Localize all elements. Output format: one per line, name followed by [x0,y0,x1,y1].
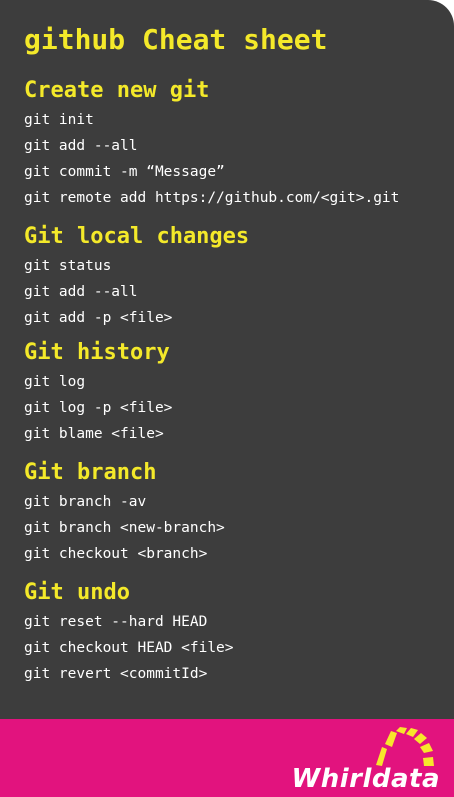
whirldata-logo: Whirldata [250,725,440,795]
command-list-git-branch: git branch -av git branch <new-branch> g… [24,489,225,567]
command-line: git checkout <branch> [24,546,208,562]
section-heading-git-history: Git history [24,340,170,365]
command-line: git reset --hard HEAD [24,614,208,630]
logo-wordmark: Whirldata [291,764,440,794]
page-title: github Cheat sheet [24,23,328,56]
command-list-git-local-changes: git status git add --all git add -p <fil… [24,253,172,331]
command-line: git add --all [24,284,138,300]
command-list-git-history: git log git log -p <file> git blame <fil… [24,369,172,447]
section-heading-git-branch: Git branch [24,460,157,485]
command-line: git branch -av [24,494,147,510]
command-line: git log -p <file> [24,400,173,416]
command-line: git log [24,374,86,390]
command-list-git-undo: git reset --hard HEAD git checkout HEAD … [24,609,234,687]
command-line: git branch <new-branch> [24,520,225,536]
command-line: git commit -m “Message” [24,164,225,180]
command-line: git remote add https://github.com/<git>.… [24,190,400,206]
command-line: git revert <commitId> [24,666,208,682]
command-line: git blame <file> [24,426,164,442]
section-heading-git-local-changes: Git local changes [24,224,250,249]
command-line: git init [24,112,94,128]
command-line: git add --all [24,138,138,154]
command-list-create-new-git: git init git add --all git commit -m “Me… [24,107,399,211]
command-line: git checkout HEAD <file> [24,640,234,656]
command-line: git status [24,258,112,274]
section-heading-create-new-git: Create new git [24,78,210,103]
command-line: git add -p <file> [24,310,173,326]
section-heading-git-undo: Git undo [24,580,130,605]
cheat-sheet-card: github Cheat sheet Create new git git in… [0,0,454,797]
footer-bar: Whirldata [0,719,454,797]
